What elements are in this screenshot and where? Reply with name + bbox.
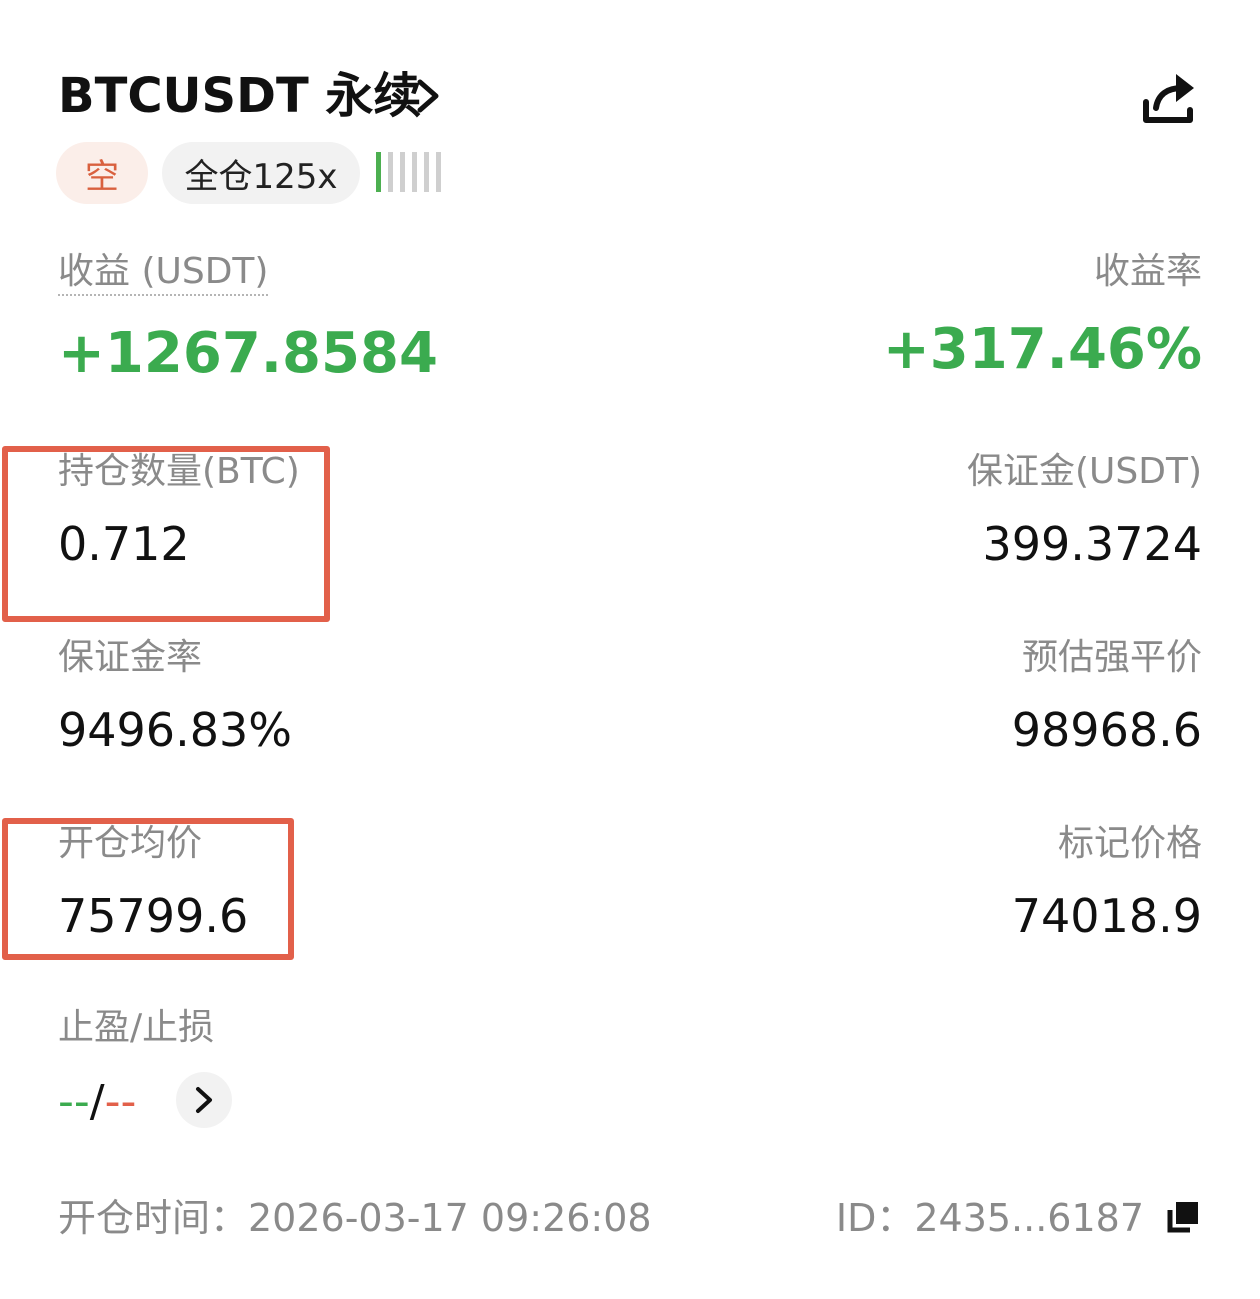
signal-strength-icon — [374, 150, 444, 194]
chevron-right-icon — [196, 1087, 212, 1113]
liq-price-label: 预估强平价 — [1021, 637, 1202, 678]
margin-ratio-value: 9496.83% — [58, 703, 292, 757]
margin-ratio-label: 保证金率 — [58, 637, 203, 678]
tp-value: -- — [58, 1076, 90, 1127]
margin-value: 399.3724 — [982, 517, 1203, 571]
copy-icon[interactable] — [1164, 1198, 1202, 1236]
highlight-box-position-size — [2, 446, 330, 622]
position-id: ID：2435...6187 — [835, 1196, 1144, 1240]
liq-price-value: 98968.6 — [1011, 703, 1202, 757]
mark-price-value: 74018.9 — [1011, 889, 1202, 943]
tpsl-label: 止盈/止损 — [58, 1007, 215, 1048]
pnl-label[interactable]: 收益 (USDT) — [58, 250, 269, 296]
pnl-rate-label: 收益率 — [1093, 251, 1202, 292]
tpsl-edit-button[interactable] — [176, 1072, 232, 1128]
tpsl-separator: / — [89, 1076, 105, 1127]
mark-price-label: 标记价格 — [1057, 823, 1202, 864]
pnl-rate-value: +317.46% — [882, 317, 1202, 382]
share-icon[interactable] — [1136, 66, 1200, 130]
side-short-badge: 空 — [56, 142, 148, 204]
chevron-right-icon[interactable] — [408, 74, 448, 118]
pnl-value: +1267.8584 — [58, 321, 438, 386]
highlight-box-entry-price — [2, 818, 294, 960]
tpsl-value: --/-- — [58, 1076, 136, 1128]
position-title[interactable]: BTCUSDT 永续 — [58, 66, 421, 126]
margin-label: 保证金(USDT) — [966, 451, 1202, 492]
open-time: 开仓时间：2026-03-17 09:26:08 — [58, 1196, 652, 1240]
sl-value: -- — [104, 1076, 137, 1127]
leverage-badge[interactable]: 全仓125x — [162, 142, 360, 204]
